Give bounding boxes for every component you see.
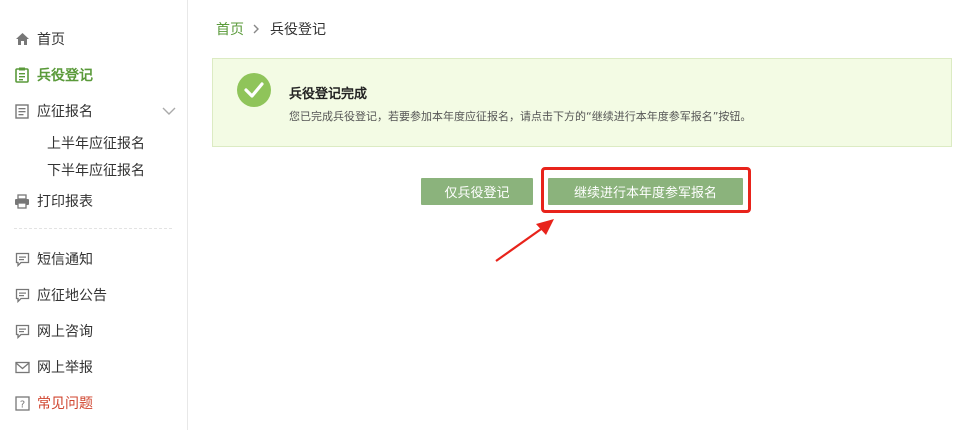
- sidebar: 首页 兵役登记 应征报名 上半年应征报名 下半年应征报名 打印报表 短信通知 应…: [0, 0, 188, 430]
- sidebar-item-print-report[interactable]: 打印报表: [0, 186, 187, 216]
- annotation-arrow-icon: [495, 219, 554, 262]
- clipboard-icon: [14, 67, 30, 83]
- printer-icon: [14, 193, 30, 209]
- sidebar-item-enlistment[interactable]: 应征报名: [0, 96, 187, 126]
- check-circle-icon: [237, 73, 271, 107]
- sidebar-item-label: 网上咨询: [37, 324, 93, 340]
- home-icon: [14, 31, 30, 47]
- sidebar-item-label: 应征地公告: [37, 288, 107, 304]
- sidebar-divider: [14, 228, 172, 229]
- sidebar-item-label: 常见问题: [37, 396, 93, 412]
- chevron-down-icon[interactable]: [162, 104, 176, 118]
- notice-text: 您已完成兵役登记，若要参加本年度应征报名，请点击下方的“继续进行本年度参军报名”…: [289, 110, 752, 123]
- continue-enlist-button[interactable]: 继续进行本年度参军报名: [548, 178, 743, 205]
- sidebar-item-online-report[interactable]: 网上举报: [0, 352, 187, 382]
- breadcrumb: 首页 兵役登记: [216, 20, 326, 38]
- sidebar-subitem-first-half[interactable]: 上半年应征报名: [47, 133, 145, 153]
- sidebar-item-label: 兵役登记: [37, 68, 93, 84]
- sidebar-item-label: 短信通知: [37, 252, 93, 268]
- sidebar-item-label: 应征报名: [37, 104, 93, 120]
- sidebar-item-online-consult[interactable]: 网上咨询: [0, 316, 187, 346]
- form-icon: [14, 103, 30, 119]
- sidebar-item-sms-notice[interactable]: 短信通知: [0, 244, 187, 274]
- mail-icon: [14, 359, 30, 375]
- sidebar-item-home[interactable]: 首页: [0, 24, 187, 54]
- message-icon: [14, 287, 30, 303]
- sidebar-subitem-second-half[interactable]: 下半年应征报名: [47, 160, 145, 180]
- sidebar-item-label: 首页: [37, 32, 65, 48]
- sidebar-item-label: 打印报表: [37, 194, 93, 210]
- svg-text:?: ?: [19, 399, 24, 410]
- sidebar-item-military-registration[interactable]: 兵役登记: [0, 60, 187, 90]
- breadcrumb-current: 兵役登记: [270, 22, 326, 38]
- breadcrumb-home-link[interactable]: 首页: [216, 19, 244, 39]
- chevron-right-icon: [252, 24, 262, 34]
- notice-title: 兵役登记完成: [289, 87, 368, 102]
- only-register-button[interactable]: 仅兵役登记: [421, 178, 533, 205]
- success-notice: 兵役登记完成 您已完成兵役登记，若要参加本年度应征报名，请点击下方的“继续进行本…: [212, 58, 952, 147]
- message-icon: [14, 323, 30, 339]
- sidebar-item-faq[interactable]: ? 常见问题: [0, 388, 187, 418]
- sidebar-item-local-announcement[interactable]: 应征地公告: [0, 280, 187, 310]
- sidebar-item-label: 网上举报: [37, 360, 93, 376]
- question-icon: ?: [14, 395, 30, 411]
- message-icon: [14, 251, 30, 267]
